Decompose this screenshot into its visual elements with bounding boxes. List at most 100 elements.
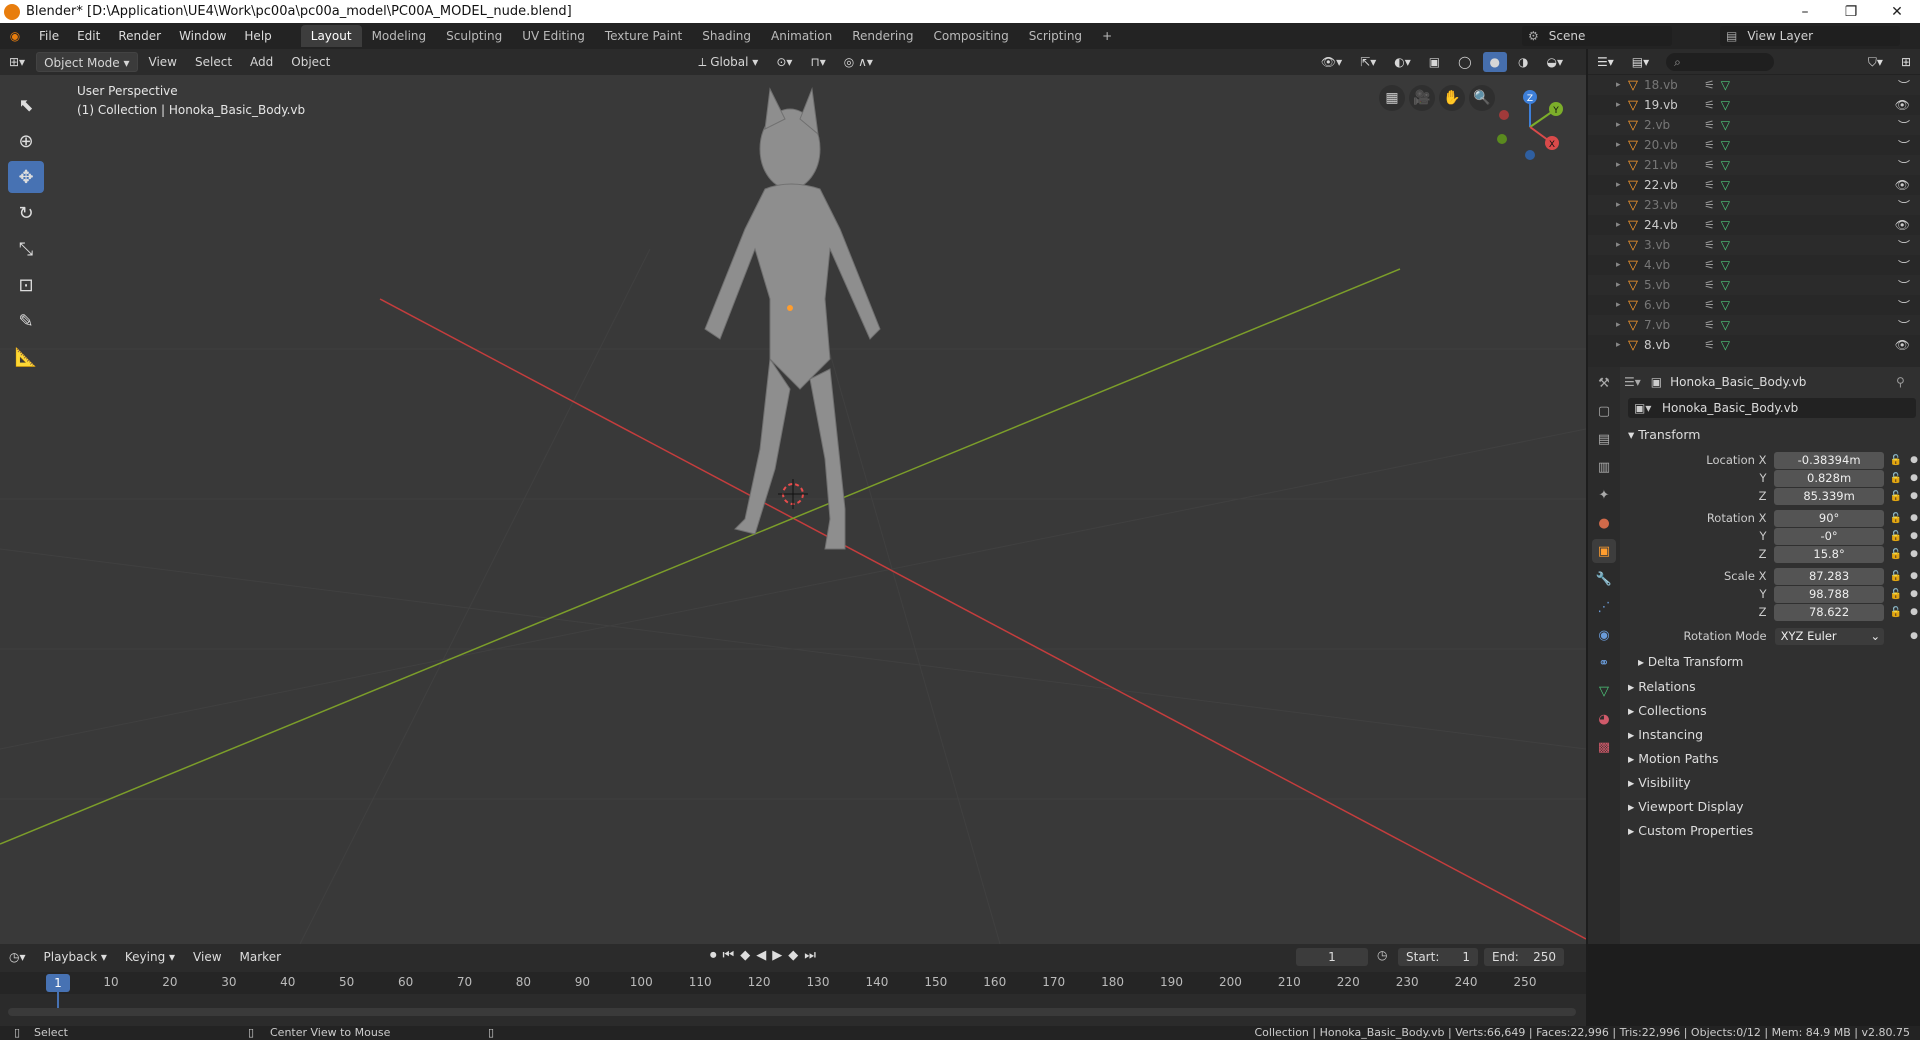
lock-icon[interactable]: 🔓 bbox=[1890, 473, 1902, 484]
lock-icon[interactable]: 🔓 bbox=[1890, 455, 1902, 466]
outliner-row-name[interactable]: 24.vb bbox=[1644, 218, 1696, 232]
outliner-row[interactable]: ▸ ▽ 7.vb ⚟ ▽ ︶ bbox=[1588, 315, 1920, 335]
record-icon[interactable]: ⏺ bbox=[710, 948, 723, 963]
shading-rendered-icon[interactable]: ◒▾ bbox=[1539, 52, 1570, 72]
outliner-row-name[interactable]: 22.vb bbox=[1644, 178, 1696, 192]
timeline-menu-marker[interactable]: Marker bbox=[233, 947, 288, 967]
scale-z-field[interactable]: 78.622 bbox=[1774, 603, 1884, 621]
outliner-row[interactable]: ▸ ▽ 4.vb ⚟ ▽ ︶ bbox=[1588, 255, 1920, 275]
eye-closed-icon[interactable]: ︶ bbox=[1898, 237, 1910, 254]
viewport-menu-select[interactable]: Select bbox=[188, 52, 239, 72]
menu-render[interactable]: Render bbox=[109, 23, 170, 49]
world-tab-icon[interactable]: ● bbox=[1592, 511, 1616, 535]
overlay-toggle-icon[interactable]: ◐▾ bbox=[1387, 52, 1418, 72]
relations-panel[interactable]: ▸ Relations bbox=[1628, 679, 1696, 694]
rotation-x-field[interactable]: 90° bbox=[1774, 509, 1884, 527]
scale-x-field[interactable]: 87.283 bbox=[1774, 567, 1884, 585]
outliner-row-name[interactable]: 6.vb bbox=[1644, 298, 1696, 312]
lock-icon[interactable]: 🔓 bbox=[1890, 549, 1902, 560]
expand-arrow-icon[interactable]: ▸ bbox=[1616, 120, 1621, 130]
outliner-row-name[interactable]: 7.vb bbox=[1644, 318, 1696, 332]
tab-sculpting[interactable]: Sculpting bbox=[436, 25, 512, 47]
keyframe-dot-icon[interactable]: ● bbox=[1910, 607, 1918, 617]
toggle-ortho-icon[interactable]: ▦ bbox=[1379, 85, 1405, 111]
object-name-field[interactable]: ▣▾ Honoka_Basic_Body.vb bbox=[1628, 398, 1916, 418]
outliner-row-name[interactable]: 2.vb bbox=[1644, 118, 1696, 132]
tab-layout[interactable]: Layout bbox=[300, 25, 362, 47]
timeline-ruler[interactable]: 1102030405060708090100110120130140150160… bbox=[0, 972, 1586, 994]
outliner-row-name[interactable]: 3.vb bbox=[1644, 238, 1696, 252]
keyframe-dot-icon[interactable]: ● bbox=[1910, 631, 1918, 641]
location-z-field[interactable]: 85.339m bbox=[1774, 487, 1884, 505]
rotate-tool-icon[interactable]: ↻ bbox=[8, 197, 44, 229]
move-tool-icon[interactable]: ✥ bbox=[8, 161, 44, 193]
collections-panel[interactable]: ▸ Collections bbox=[1628, 703, 1707, 718]
scene-selector[interactable]: ⚙ Scene bbox=[1522, 26, 1672, 46]
timeline-menu-view[interactable]: View bbox=[186, 947, 228, 967]
particles-tab-icon[interactable]: ⋰ bbox=[1592, 595, 1616, 619]
outliner-row-name[interactable]: 19.vb bbox=[1644, 98, 1696, 112]
start-frame-field[interactable]: Start: 1 bbox=[1398, 948, 1478, 966]
lock-icon[interactable]: 🔓 bbox=[1890, 513, 1902, 524]
expand-arrow-icon[interactable]: ▸ bbox=[1616, 140, 1621, 150]
expand-arrow-icon[interactable]: ▸ bbox=[1616, 260, 1621, 270]
pivot-point-icon[interactable]: ⊙▾ bbox=[769, 52, 799, 72]
lock-icon[interactable]: 🔓 bbox=[1890, 491, 1902, 502]
close-button[interactable]: ✕ bbox=[1874, 0, 1920, 23]
outliner-row[interactable]: ▸ ▽ 5.vb ⚟ ▽ ︶ bbox=[1588, 275, 1920, 295]
texture-tab-icon[interactable]: ▩ bbox=[1592, 735, 1616, 759]
modifier-tab-icon[interactable]: 🔧 bbox=[1592, 567, 1616, 591]
end-frame-field[interactable]: End: 250 bbox=[1484, 948, 1564, 966]
menu-file[interactable]: File bbox=[30, 23, 68, 49]
scale-tool-icon[interactable]: ⤡ bbox=[8, 233, 44, 265]
outliner-row[interactable]: ▸ ▽ 24.vb ⚟ ▽ 👁 bbox=[1588, 215, 1920, 235]
lock-icon[interactable]: 🔓 bbox=[1890, 589, 1902, 600]
outliner-row[interactable]: ▸ ▽ 19.vb ⚟ ▽ 👁 bbox=[1588, 95, 1920, 115]
outliner-row-name[interactable]: 20.vb bbox=[1644, 138, 1696, 152]
restore-button[interactable]: ❐ bbox=[1828, 0, 1874, 23]
outliner-row[interactable]: ▸ ▽ 6.vb ⚟ ▽ ︶ bbox=[1588, 295, 1920, 315]
current-frame-indicator[interactable]: 1 bbox=[46, 974, 70, 992]
lock-icon[interactable]: 🔓 bbox=[1890, 607, 1902, 618]
transform-orientation-dropdown[interactable]: ⟂ Global ▾ bbox=[691, 52, 765, 72]
expand-arrow-icon[interactable]: ▸ bbox=[1616, 100, 1621, 110]
lock-icon[interactable]: 🔓 bbox=[1890, 531, 1902, 542]
rotation-z-field[interactable]: 15.8° bbox=[1774, 545, 1884, 563]
tab-animation[interactable]: Animation bbox=[761, 25, 842, 47]
timeline-menu-playback[interactable]: Playback ▾ bbox=[37, 947, 114, 967]
play-reverse-icon[interactable]: ◀ bbox=[756, 948, 772, 963]
clock-icon[interactable]: ◷ bbox=[1377, 948, 1387, 962]
expand-arrow-icon[interactable]: ▸ bbox=[1616, 160, 1621, 170]
keyframe-dot-icon[interactable]: ● bbox=[1910, 513, 1918, 523]
timeline-editor-type-icon[interactable]: ◷▾ bbox=[2, 947, 33, 967]
scene-tab-icon[interactable]: ✦ bbox=[1592, 483, 1616, 507]
tab-compositing[interactable]: Compositing bbox=[923, 25, 1018, 47]
outliner-row-name[interactable]: 4.vb bbox=[1644, 258, 1696, 272]
snap-icon[interactable]: ⊓▾ bbox=[803, 52, 832, 72]
physics-tab-icon[interactable]: ◉ bbox=[1592, 623, 1616, 647]
viewport-menu-view[interactable]: View bbox=[142, 52, 184, 72]
timeline-menu-keying[interactable]: Keying ▾ bbox=[118, 947, 182, 967]
shading-material-icon[interactable]: ◑ bbox=[1511, 52, 1535, 72]
viewport-menu-object[interactable]: Object bbox=[284, 52, 337, 72]
tool-tab-icon[interactable]: ⚒ bbox=[1592, 371, 1616, 395]
keyframe-dot-icon[interactable]: ● bbox=[1910, 531, 1918, 541]
eye-closed-icon[interactable]: ︶ bbox=[1898, 297, 1910, 314]
next-keyframe-icon[interactable]: ◆ bbox=[788, 948, 804, 963]
eye-closed-icon[interactable]: ︶ bbox=[1898, 257, 1910, 274]
tab-shading[interactable]: Shading bbox=[692, 25, 761, 47]
outliner-row[interactable]: ▸ ▽ 3.vb ⚟ ▽ ︶ bbox=[1588, 235, 1920, 255]
tab-texture-paint[interactable]: Texture Paint bbox=[595, 25, 692, 47]
menu-edit[interactable]: Edit bbox=[68, 23, 109, 49]
add-workspace-button[interactable]: + bbox=[1092, 25, 1122, 47]
location-x-field[interactable]: -0.38394m bbox=[1774, 451, 1884, 469]
play-icon[interactable]: ▶ bbox=[772, 948, 788, 963]
keyframe-dot-icon[interactable]: ● bbox=[1910, 589, 1918, 599]
visibility-icon[interactable]: 👁▾ bbox=[1314, 52, 1349, 72]
custom-properties-panel[interactable]: ▸ Custom Properties bbox=[1628, 823, 1753, 838]
eye-closed-icon[interactable]: ︶ bbox=[1898, 117, 1910, 134]
shading-wireframe-icon[interactable]: ◯ bbox=[1451, 52, 1478, 72]
expand-arrow-icon[interactable]: ▸ bbox=[1616, 80, 1621, 90]
keyframe-dot-icon[interactable]: ● bbox=[1910, 455, 1918, 465]
object-tab-icon[interactable]: ▣ bbox=[1592, 539, 1616, 563]
